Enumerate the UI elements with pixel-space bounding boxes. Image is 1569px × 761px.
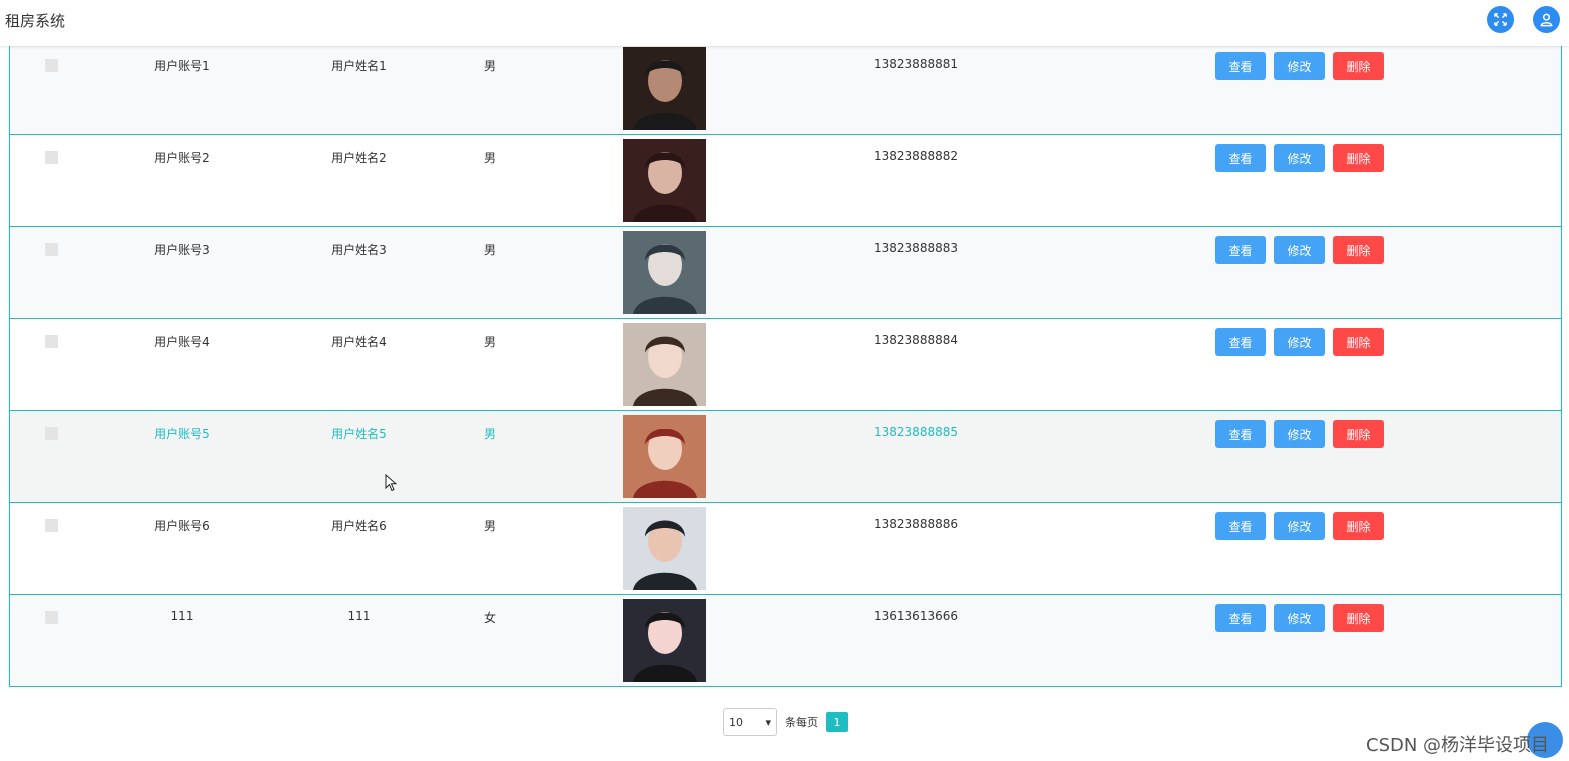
- avatar-photo[interactable]: [623, 323, 706, 406]
- chevron-down-icon: ▾: [765, 715, 771, 729]
- cell-sex: 男: [483, 59, 497, 73]
- cell-name: 用户姓名5: [331, 427, 387, 441]
- cell-name: 用户姓名6: [331, 519, 387, 533]
- edit-button[interactable]: 修改: [1274, 328, 1325, 356]
- delete-button[interactable]: 删除: [1333, 236, 1384, 264]
- cell-sex: 男: [483, 427, 497, 441]
- avatar-photo[interactable]: [623, 599, 706, 682]
- table-row[interactable]: 用户账号4 用户姓名4 男 13823888884 查看 修改 删除: [9, 319, 1562, 411]
- view-button[interactable]: 查看: [1215, 52, 1266, 80]
- mouse-cursor-icon: [385, 474, 397, 492]
- view-button[interactable]: 查看: [1215, 420, 1266, 448]
- delete-button[interactable]: 删除: [1333, 52, 1384, 80]
- fullscreen-icon: [1494, 13, 1507, 26]
- row-checkbox[interactable]: [45, 519, 58, 532]
- user-icon: [1540, 13, 1553, 27]
- avatar-photo[interactable]: [623, 47, 706, 130]
- cell-name: 用户姓名3: [331, 243, 387, 257]
- table-row[interactable]: 用户账号6 用户姓名6 男 13823888886 查看 修改 删除: [9, 503, 1562, 595]
- row-actions: 查看 修改 删除: [1215, 328, 1384, 356]
- edit-button[interactable]: 修改: [1274, 52, 1325, 80]
- edit-button[interactable]: 修改: [1274, 144, 1325, 172]
- per-page-label: 条每页: [785, 716, 818, 729]
- cell-sex: 女: [483, 611, 497, 625]
- cell-account: 用户账号2: [154, 151, 210, 165]
- cell-phone: 13823888885: [874, 425, 958, 439]
- row-actions: 查看 修改 删除: [1215, 512, 1384, 540]
- view-button[interactable]: 查看: [1215, 328, 1266, 356]
- avatar-photo[interactable]: [623, 231, 706, 314]
- cell-name: 用户姓名4: [331, 335, 387, 349]
- delete-button[interactable]: 删除: [1333, 420, 1384, 448]
- cell-sex: 男: [483, 335, 497, 349]
- delete-button[interactable]: 删除: [1333, 144, 1384, 172]
- cell-name: 111: [347, 609, 371, 623]
- view-button[interactable]: 查看: [1215, 512, 1266, 540]
- edit-button[interactable]: 修改: [1274, 512, 1325, 540]
- table-row[interactable]: 用户账号5 用户姓名5 男 13823888885 查看 修改 删除: [9, 411, 1562, 503]
- row-actions: 查看 修改 删除: [1215, 236, 1384, 264]
- cell-account: 用户账号1: [154, 59, 210, 73]
- table-row[interactable]: 用户账号3 用户姓名3 男 13823888883 查看 修改 删除: [9, 227, 1562, 319]
- cell-account: 用户账号5: [154, 427, 210, 441]
- row-checkbox[interactable]: [45, 151, 58, 164]
- row-actions: 查看 修改 删除: [1215, 144, 1384, 172]
- top-header: 租房系统: [0, 0, 1569, 46]
- row-actions: 查看 修改 删除: [1215, 604, 1384, 632]
- cell-name: 用户姓名2: [331, 151, 387, 165]
- page-number-current[interactable]: 1: [826, 712, 848, 732]
- cell-account: 111: [170, 609, 194, 623]
- avatar-photo[interactable]: [623, 415, 706, 498]
- row-actions: 查看 修改 删除: [1215, 420, 1384, 448]
- row-checkbox[interactable]: [45, 427, 58, 440]
- cell-account: 用户账号4: [154, 335, 210, 349]
- avatar-photo[interactable]: [623, 139, 706, 222]
- avatar-photo[interactable]: [623, 507, 706, 590]
- cell-account: 用户账号3: [154, 243, 210, 257]
- cell-sex: 男: [483, 519, 497, 533]
- delete-button[interactable]: 删除: [1333, 604, 1384, 632]
- cell-sex: 男: [483, 151, 497, 165]
- cell-phone: 13823888881: [874, 57, 958, 71]
- view-button[interactable]: 查看: [1215, 144, 1266, 172]
- cell-phone: 13613613666: [874, 609, 958, 623]
- table-row[interactable]: 用户账号2 用户姓名2 男 13823888882 查看 修改 删除: [9, 135, 1562, 227]
- cell-account: 用户账号6: [154, 519, 210, 533]
- row-checkbox[interactable]: [45, 59, 58, 72]
- row-checkbox[interactable]: [45, 335, 58, 348]
- cell-phone: 13823888883: [874, 241, 958, 255]
- cell-phone: 13823888886: [874, 517, 958, 531]
- page-size-select[interactable]: 10 ▾: [723, 708, 777, 736]
- fullscreen-button[interactable]: [1487, 6, 1514, 33]
- cell-name: 用户姓名1: [331, 59, 387, 73]
- view-button[interactable]: 查看: [1215, 604, 1266, 632]
- app-title: 租房系统: [5, 12, 66, 30]
- watermark: CSDN @杨洋毕设项目: [1366, 735, 1550, 756]
- delete-button[interactable]: 删除: [1333, 328, 1384, 356]
- edit-button[interactable]: 修改: [1274, 420, 1325, 448]
- table-row[interactable]: 用户账号1 用户姓名1 男 13823888881 查看 修改 删除: [9, 43, 1562, 135]
- view-button[interactable]: 查看: [1215, 236, 1266, 264]
- user-menu-button[interactable]: [1533, 6, 1560, 33]
- row-checkbox[interactable]: [45, 243, 58, 256]
- page-size-value: 10: [729, 715, 743, 729]
- cell-phone: 13823888884: [874, 333, 958, 347]
- cell-phone: 13823888882: [874, 149, 958, 163]
- table-row[interactable]: 111 111 女 13613613666 查看 修改 删除: [9, 595, 1562, 687]
- user-table: 用户账号1 用户姓名1 男 13823888881 查看 修改 删除 用户账号2…: [9, 43, 1562, 687]
- edit-button[interactable]: 修改: [1274, 236, 1325, 264]
- cell-sex: 男: [483, 243, 497, 257]
- row-actions: 查看 修改 删除: [1215, 52, 1384, 80]
- pagination: 10 ▾ 条每页 1: [723, 708, 848, 736]
- row-checkbox[interactable]: [45, 611, 58, 624]
- delete-button[interactable]: 删除: [1333, 512, 1384, 540]
- edit-button[interactable]: 修改: [1274, 604, 1325, 632]
